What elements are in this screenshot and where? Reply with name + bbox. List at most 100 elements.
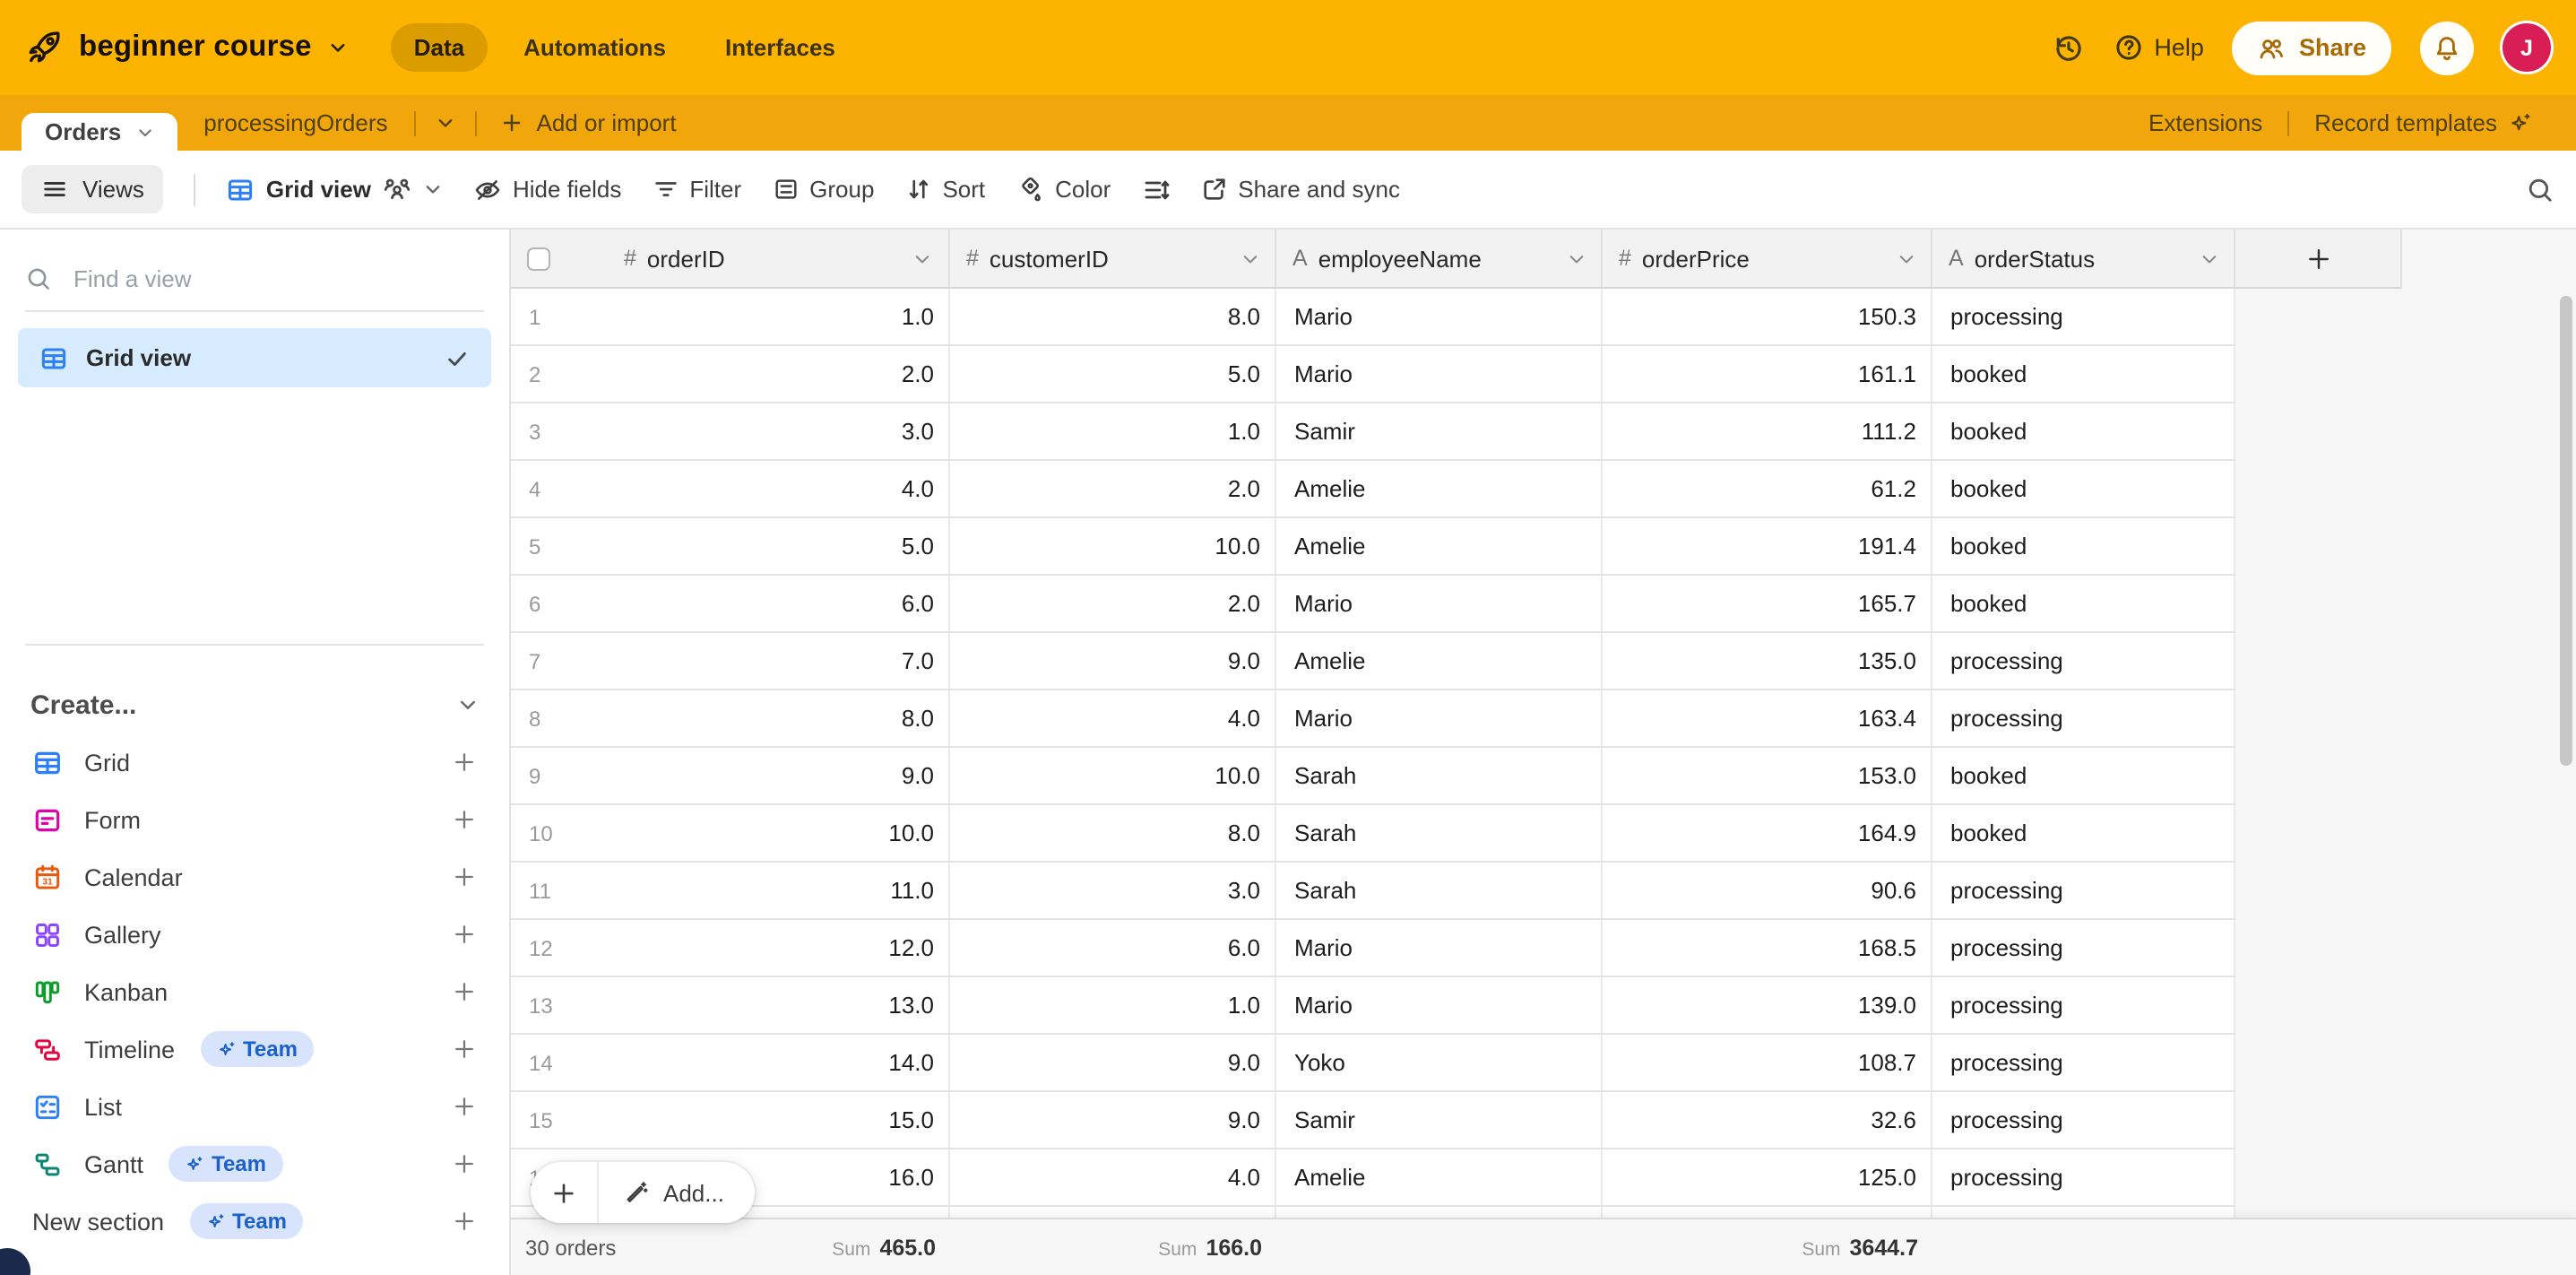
select-all-checkbox[interactable] (527, 247, 550, 270)
hide-fields-button[interactable]: Hide fields (473, 175, 621, 204)
base-title-chevron-icon[interactable] (328, 38, 348, 57)
cell-employeename[interactable]: Mario (1276, 690, 1603, 746)
column-header-orderprice[interactable]: # orderPrice (1603, 230, 1932, 289)
cell-customerid[interactable]: 9.0 (950, 633, 1276, 689)
cell-orderid[interactable]: 14 14.0 (511, 1035, 950, 1090)
cell-orderid[interactable]: 6 6.0 (511, 576, 950, 631)
create-item-gallery[interactable]: Gallery (0, 906, 509, 963)
cell-customerid[interactable]: 10.0 (950, 748, 1276, 803)
cell-orderprice[interactable]: 168.5 (1603, 920, 1932, 976)
row-height-button[interactable] (1141, 175, 1170, 204)
cell-orderstatus[interactable]: processing (1932, 1149, 2235, 1205)
help-widget-bubble[interactable] (0, 1248, 30, 1275)
cell-orderid[interactable]: 11 11.0 (511, 863, 950, 918)
table-row[interactable]: 8 8.0 4.0 Mario 163.4 processing (511, 690, 2235, 748)
cell-customerid[interactable]: 5.0 (950, 346, 1276, 402)
table-row[interactable]: 9 9.0 10.0 Sarah 153.0 booked (511, 748, 2235, 805)
sidebar-item-grid-view[interactable]: Grid view (18, 328, 491, 387)
chevron-down-icon[interactable] (912, 248, 948, 268)
orderprice-sum[interactable]: Sum 3644.7 (1802, 1235, 1918, 1260)
cell-orderstatus[interactable]: booked (1932, 576, 2235, 631)
add-record-plus-button[interactable] (531, 1162, 599, 1223)
search-icon[interactable] (2526, 175, 2554, 204)
cell-employeename[interactable]: Sarah (1276, 805, 1603, 861)
plus-icon[interactable] (452, 922, 477, 947)
cell-orderstatus[interactable]: processing (1932, 690, 2235, 746)
cell-orderstatus[interactable]: processing (1932, 920, 2235, 976)
find-view-input[interactable] (70, 264, 484, 294)
cell-orderprice[interactable]: 153.0 (1603, 748, 1932, 803)
add-record-ai-button[interactable]: Add... (599, 1179, 755, 1206)
cell-orderid[interactable]: 4 4.0 (511, 461, 950, 516)
cell-customerid[interactable]: 2.0 (950, 461, 1276, 516)
table-row[interactable]: 1 1.0 8.0 Mario 150.3 processing (511, 289, 2235, 346)
cell-orderid[interactable]: 13 13.0 (511, 977, 950, 1033)
plus-icon[interactable] (452, 1209, 477, 1234)
cell-orderprice[interactable]: 165.7 (1603, 576, 1932, 631)
cell-orderprice[interactable]: 135.0 (1603, 633, 1932, 689)
cell-customerid[interactable]: 1.0 (950, 977, 1276, 1033)
cell-employeename[interactable]: Yoko (1276, 1035, 1603, 1090)
create-item-gantt[interactable]: Gantt Team (0, 1135, 509, 1193)
grid-view-switcher[interactable]: Grid view (227, 174, 443, 204)
nav-tab-interfaces[interactable]: Interfaces (702, 23, 859, 72)
table-row[interactable]: 15 15.0 9.0 Samir 32.6 processing (511, 1092, 2235, 1149)
create-item-calendar[interactable]: 31 Calendar (0, 848, 509, 906)
help-button[interactable]: Help (2113, 32, 2204, 63)
column-header-orderid[interactable]: # orderID (511, 230, 950, 289)
color-button[interactable]: Color (1016, 175, 1111, 204)
cell-customerid[interactable]: 4.0 (950, 1149, 1276, 1205)
cell-orderstatus[interactable]: booked (1932, 748, 2235, 803)
table-tab-processing-orders[interactable]: processingOrders (177, 95, 414, 151)
cell-customerid[interactable]: 10.0 (950, 518, 1276, 574)
cell-employeename[interactable]: Amelie (1276, 518, 1603, 574)
plus-icon[interactable] (452, 979, 477, 1004)
cell-orderprice[interactable]: 61.2 (1603, 461, 1932, 516)
table-row[interactable]: 5 5.0 10.0 Amelie 191.4 booked (511, 518, 2235, 576)
nav-tab-automations[interactable]: Automations (500, 23, 689, 72)
cell-customerid[interactable]: 4.0 (950, 690, 1276, 746)
table-row[interactable]: 7 7.0 9.0 Amelie 135.0 processing (511, 633, 2235, 690)
chevron-down-icon[interactable] (1897, 248, 1916, 268)
cell-employeename[interactable]: Samir (1276, 403, 1603, 459)
cell-orderid[interactable]: 15 15.0 (511, 1092, 950, 1148)
cell-orderprice[interactable]: 150.3 (1603, 289, 1932, 344)
views-button[interactable]: Views (22, 165, 164, 213)
create-item-kanban[interactable]: Kanban (0, 963, 509, 1020)
cell-orderprice[interactable]: 125.0 (1603, 1149, 1932, 1205)
cell-orderstatus[interactable]: processing (1932, 977, 2235, 1033)
base-menu[interactable]: beginner course (25, 29, 348, 66)
cell-orderid[interactable]: 9 9.0 (511, 748, 950, 803)
chevron-down-icon[interactable] (1567, 248, 1586, 268)
cell-orderstatus[interactable]: booked (1932, 403, 2235, 459)
add-field-button[interactable] (2235, 230, 2402, 289)
table-row[interactable]: 3 3.0 1.0 Samir 111.2 booked (511, 403, 2235, 461)
sort-button[interactable]: Sort (904, 176, 985, 203)
cell-customerid[interactable]: 6.0 (950, 920, 1276, 976)
create-item-new-section[interactable]: New section Team (0, 1193, 509, 1250)
cell-employeename[interactable]: Mario (1276, 576, 1603, 631)
find-view-search[interactable] (25, 255, 484, 303)
cell-employeename[interactable]: Amelie (1276, 633, 1603, 689)
customerid-sum[interactable]: Sum 166.0 (1158, 1235, 1262, 1260)
cell-employeename[interactable]: Mario (1276, 977, 1603, 1033)
plus-icon[interactable] (452, 1094, 477, 1119)
column-header-employeename[interactable]: A employeeName (1276, 230, 1603, 289)
share-button[interactable]: Share (2233, 21, 2391, 74)
cell-employeename[interactable]: Amelie (1276, 461, 1603, 516)
cell-orderid[interactable]: 7 7.0 (511, 633, 950, 689)
create-section-header[interactable]: Create... (30, 683, 479, 726)
table-tab-orders[interactable]: Orders (22, 113, 177, 151)
cell-customerid[interactable]: 8.0 (950, 289, 1276, 344)
cell-employeename[interactable]: Amelie (1276, 1149, 1603, 1205)
history-icon[interactable] (2052, 31, 2084, 64)
avatar[interactable]: J (2503, 23, 2551, 72)
add-or-import-button[interactable]: Add or import (478, 95, 700, 151)
cell-employeename[interactable]: Mario (1276, 346, 1603, 402)
orderid-sum[interactable]: Sum 465.0 (832, 1235, 936, 1260)
cell-employeename[interactable]: Sarah (1276, 748, 1603, 803)
cell-orderstatus[interactable]: processing (1932, 863, 2235, 918)
plus-icon[interactable] (452, 864, 477, 889)
plus-icon[interactable] (452, 1151, 477, 1176)
group-button[interactable]: Group (772, 176, 874, 203)
